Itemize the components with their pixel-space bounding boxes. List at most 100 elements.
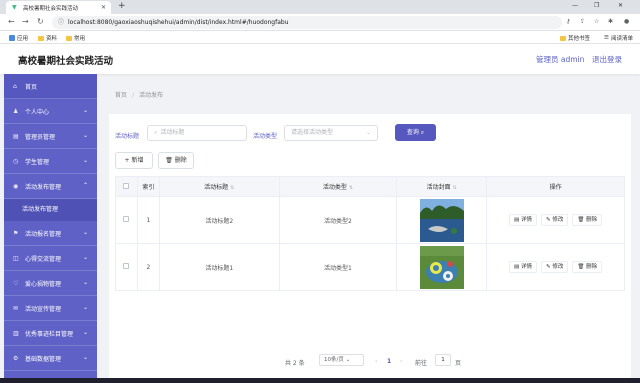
col-title[interactable]: 活动标题 ⇅ (158, 176, 280, 197)
search-button[interactable]: 查询 ⌕ (395, 124, 436, 141)
goto-label: 前往 (415, 360, 428, 367)
title-filter-label: 活动标题 (115, 133, 140, 140)
chevron-down-icon: ⌄ (82, 354, 88, 361)
row-delete-button[interactable]: 🗑 删除 (572, 261, 603, 273)
folder-icon (560, 35, 566, 41)
apps-grid-icon (9, 35, 15, 41)
new-tab-icon[interactable]: + (118, 1, 126, 11)
user-icon: ♟ (13, 107, 19, 115)
window-minimize-icon[interactable]: — (572, 2, 578, 9)
key-icon[interactable]: ⚷ (566, 18, 570, 25)
sidebar-subitem-activity-publish[interactable]: 活动发布管理 (4, 199, 97, 221)
app-title: 高校暑期社会实践活动 (18, 56, 114, 67)
window-close-icon[interactable]: ✕ (618, 2, 623, 9)
content-card: 活动标题 ⌕ 活动标题 活动类型 请选择活动类型 ⌄ 查询 ⌕ + 新增 🗑 删除… (109, 114, 631, 383)
back-icon[interactable]: ← (8, 17, 15, 26)
sidebar-item-profile[interactable]: ♟ 个人中心 ⌄ (4, 99, 97, 124)
cover-image-lake[interactable] (419, 198, 464, 242)
page-number-current[interactable]: 1 (387, 358, 391, 365)
settings-icon: ⚙ (13, 354, 19, 362)
sort-icon[interactable]: ⇅ (453, 185, 457, 191)
prev-page-icon[interactable]: ‹ (375, 358, 377, 365)
sort-icon[interactable]: ⇅ (349, 185, 353, 191)
cover-image-floats[interactable] (419, 245, 464, 289)
search-icon: ⌕ (154, 129, 158, 136)
chevron-down-icon: ⌄ (82, 279, 88, 286)
sidebar-item-experience[interactable]: ◫ 心得交流管理 ⌄ (4, 246, 97, 271)
extensions-icon[interactable]: ✱ (608, 18, 613, 25)
row-type: 活动类型1 (278, 243, 398, 291)
breadcrumb: 首页 / 活动发布 (115, 92, 164, 99)
row-index: 2 (136, 243, 160, 291)
detail-button[interactable]: ▤ 详情 (509, 214, 537, 226)
title-search-input[interactable]: ⌕ 活动标题 (147, 125, 247, 141)
other-bookmarks[interactable]: 其他书签 (560, 34, 590, 42)
chevron-down-icon: ⌄ (82, 254, 88, 261)
sort-icon[interactable]: ⇅ (230, 185, 234, 191)
list-icon: ▤ (13, 132, 19, 140)
row-checkbox[interactable] (115, 196, 138, 244)
address-bar-row: ← → ↻ ⓘ localhost:8080/gaoxiaoshuqishehu… (0, 14, 640, 31)
search-icon: ⌕ (420, 129, 425, 136)
trash-icon: 🗑 (165, 157, 173, 164)
tab-close-icon[interactable]: ✕ (101, 4, 106, 11)
add-button[interactable]: + 新增 (115, 152, 153, 169)
sidebar-item-donation[interactable]: ♡ 爱心捐物管理 ⌄ (4, 271, 97, 296)
col-cover[interactable]: 活动封面 ⇅ (396, 176, 488, 197)
app-header: 高校暑期社会实践活动 管理员 admin 退出登录 (0, 44, 640, 74)
page-unit-label: 页 (455, 360, 462, 367)
sidebar-item-excellent[interactable]: ▥ 优秀事迹栏目管理 ⌄ (4, 321, 97, 346)
heart-icon: ♡ (13, 279, 19, 287)
bookmark-folder-2[interactable]: 常用 (66, 34, 85, 42)
folder-icon (38, 35, 44, 41)
type-select[interactable]: 请选择活动类型 ⌄ (284, 125, 378, 141)
reload-icon[interactable]: ↻ (37, 17, 44, 26)
breadcrumb-current: 活动发布 (139, 92, 164, 99)
chevron-down-icon: ⌄ (82, 132, 88, 139)
row-title: 活动标题2 (158, 196, 280, 244)
sidebar-item-registration[interactable]: ⚑ 活动报名管理 ⌄ (4, 221, 97, 246)
forward-icon[interactable]: → (22, 17, 29, 26)
logout-link[interactable]: 退出登录 (592, 54, 622, 65)
sidebar-item-students[interactable]: ◷ 学生管理 ⌄ (4, 149, 97, 174)
next-page-icon[interactable]: › (400, 358, 402, 365)
row-checkbox[interactable] (115, 243, 138, 291)
chevron-down-icon: ⌄ (82, 157, 88, 164)
col-type[interactable]: 活动类型 ⇅ (278, 176, 398, 197)
sidebar-item-basic-data[interactable]: ⚙ 基础数据管理 ⌄ (4, 346, 97, 371)
bookmark-folder-1[interactable]: 资料 (38, 34, 57, 42)
sidebar-item-home[interactable]: ⌂ 首页 (4, 74, 97, 99)
chevron-down-icon: ⌄ (82, 304, 88, 311)
delete-button[interactable]: 🗑 删除 (158, 152, 194, 169)
edit-button[interactable]: ✎ 修改 (541, 261, 569, 273)
table-header-row: 索引 活动标题 ⇅ 活动类型 ⇅ 活动封面 ⇅ 操作 (115, 176, 625, 197)
url-text: localhost:8080/gaoxiaoshuqishehui/admin/… (68, 19, 289, 26)
browser-tab[interactable]: ▼ 高校暑期社会实践活动 ✕ (6, 1, 111, 14)
chevron-up-icon: ⌃ (82, 182, 88, 189)
document-icon: ▥ (13, 329, 19, 337)
row-delete-button[interactable]: 🗑 删除 (572, 214, 603, 226)
bookmark-apps[interactable]: 应用 (9, 34, 28, 42)
window-restore-icon[interactable]: ❐ (594, 2, 599, 9)
row-index: 1 (136, 196, 160, 244)
url-bar[interactable]: ⓘ localhost:8080/gaoxiaoshuqishehui/admi… (52, 16, 562, 29)
share-icon[interactable]: ⇪ (580, 18, 585, 25)
profile-icon[interactable]: ● (624, 18, 629, 25)
goto-page-input[interactable]: 1 (435, 354, 451, 366)
bookmarks-bar: 应用 资料 常用 其他书签 ☰ 阅读清单 (0, 31, 640, 44)
sidebar-item-activity-publish[interactable]: ◉ 活动发布管理 ⌃ (4, 174, 97, 199)
table-row: 2 活动标题1 活动类型1 ▤ 详情 ✎ 修改 🗑 删除 (115, 243, 625, 291)
reading-list-icon: ☰ (604, 35, 609, 41)
sidebar-item-promotion[interactable]: ✉ 活动宣传管理 ⌄ (4, 296, 97, 321)
flag-icon: ⚑ (13, 229, 19, 237)
star-icon[interactable]: ☆ (594, 18, 599, 25)
detail-button[interactable]: ▤ 详情 (509, 261, 537, 273)
breadcrumb-home[interactable]: 首页 (115, 92, 127, 99)
select-all-checkbox[interactable] (115, 176, 138, 197)
folder-icon (66, 35, 72, 41)
page-size-select[interactable]: 10条/页 ⌄ (319, 354, 364, 366)
chat-icon: ◫ (13, 254, 19, 262)
sidebar-item-admins[interactable]: ▤ 管理员管理 ⌄ (4, 124, 97, 149)
reading-list[interactable]: ☰ 阅读清单 (604, 34, 633, 42)
edit-button[interactable]: ✎ 修改 (541, 214, 569, 226)
